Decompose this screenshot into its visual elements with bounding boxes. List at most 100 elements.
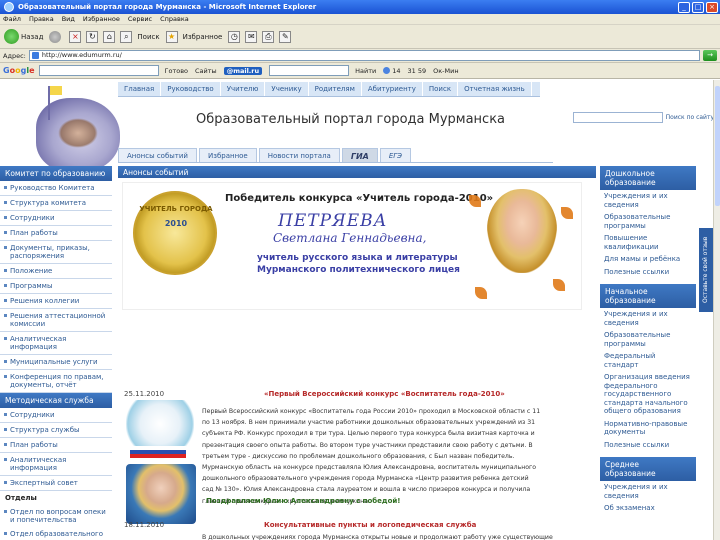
- menu-bar: Файл Правка Вид Избранное Сервис Справка: [0, 14, 720, 25]
- menu-view[interactable]: Вид: [62, 15, 75, 23]
- sidebar-item[interactable]: Повышение квалификации: [600, 232, 696, 253]
- sidebar-item[interactable]: Федеральный стандарт: [600, 350, 696, 371]
- main-content: Анонсы событий УЧИТЕЛЬ ГОРОДА 2010 Побед…: [118, 166, 596, 540]
- address-input[interactable]: http://www.edumurm.ru/: [28, 50, 700, 61]
- sidebar-item[interactable]: Решения коллегии: [0, 294, 112, 309]
- news-title[interactable]: Консультативные пункты и логопедическая …: [264, 521, 476, 529]
- close-button[interactable]: ×: [706, 1, 718, 13]
- medal-label: УЧИТЕЛЬ ГОРОДА: [139, 205, 213, 213]
- nav-applicant[interactable]: Абитуриенту: [362, 82, 423, 96]
- edit-icon[interactable]: ✎: [279, 30, 292, 43]
- refresh-icon[interactable]: ↻: [86, 30, 99, 43]
- back-button[interactable]: Назад: [4, 29, 43, 44]
- ie-logo-icon: [4, 2, 14, 12]
- site-search-button[interactable]: Поиск по сайту: [666, 114, 714, 121]
- sidebar-item[interactable]: Об экзаменах: [600, 502, 696, 515]
- sidebar-item[interactable]: Отдел образовательного процесса: [0, 527, 112, 540]
- maximize-button[interactable]: □: [692, 1, 704, 13]
- nav-reports[interactable]: Отчетная жизнь: [458, 82, 532, 96]
- sidebar-item[interactable]: Учреждения и их сведения: [600, 481, 696, 502]
- sidebar-item[interactable]: Сотрудники: [0, 408, 112, 423]
- sidebar-item[interactable]: Документы, приказы, распоряжения: [0, 241, 112, 264]
- winner-portrait: [487, 189, 557, 273]
- nav-parents[interactable]: Родителям: [309, 82, 362, 96]
- rates-item[interactable]: 31 59: [408, 67, 427, 75]
- sidebar-item[interactable]: Программы: [0, 279, 112, 294]
- contest-winner-banner[interactable]: УЧИТЕЛЬ ГОРОДА 2010 Победитель конкурса …: [122, 182, 582, 310]
- sidebar-item[interactable]: План работы: [0, 226, 112, 241]
- favorites-button[interactable]: ★ Избранное: [165, 30, 222, 43]
- sidebar-item[interactable]: Для мамы и ребёнка: [600, 253, 696, 266]
- tab-gia[interactable]: ГИА: [341, 148, 378, 162]
- google-sites-button[interactable]: Сайты: [195, 67, 217, 75]
- tab-announcements[interactable]: Анонсы событий: [118, 148, 197, 162]
- winner-role-line2: Мурманского политехнического лицея: [257, 265, 460, 275]
- winner-given-name: Светлана Геннадьевна,: [273, 231, 427, 245]
- sidebar-item[interactable]: Учреждения и их сведения: [600, 190, 696, 211]
- nav-home[interactable]: Главная: [118, 82, 162, 96]
- mailru-logo[interactable]: @mail.ru: [223, 66, 263, 75]
- sidebar-item[interactable]: Структура комитета: [0, 196, 112, 211]
- tab-favorites[interactable]: Избранное: [198, 148, 257, 162]
- google-find-button[interactable]: Готово: [165, 67, 189, 75]
- menu-edit[interactable]: Правка: [29, 15, 54, 23]
- sidebar-item[interactable]: Руководство Комитета: [0, 181, 112, 196]
- mail-icon[interactable]: ✉: [245, 30, 258, 43]
- winner-surname: ПЕТРЯЕВА: [278, 211, 388, 231]
- sidebar-item[interactable]: Образовательные программы: [600, 211, 696, 232]
- sidebar-item[interactable]: Положение: [0, 264, 112, 279]
- menu-help[interactable]: Справка: [160, 15, 189, 23]
- sidebar-item[interactable]: Структура службы: [0, 423, 112, 438]
- minimize-button[interactable]: _: [678, 1, 690, 13]
- menu-favorites[interactable]: Избранное: [83, 15, 120, 23]
- home-icon[interactable]: ⌂: [103, 30, 116, 43]
- mailru-search-input[interactable]: [269, 65, 350, 76]
- winner-headline: Победитель конкурса «Учитель города-2010…: [225, 193, 494, 204]
- search-button[interactable]: ⌕ Поиск: [120, 30, 160, 43]
- sidebar-item[interactable]: Полезные ссылки: [600, 266, 696, 279]
- feedback-tab[interactable]: Оставьте свой отзыв: [699, 228, 713, 312]
- ok-min-item[interactable]: Ок-Мин: [433, 67, 458, 75]
- sidebar-heading-committee: Комитет по образованию: [0, 166, 112, 181]
- forward-arrow-icon: [49, 30, 62, 43]
- stop-icon[interactable]: ×: [69, 30, 82, 43]
- sidebar-item[interactable]: План работы: [0, 438, 112, 453]
- nav-leadership[interactable]: Руководство: [161, 82, 221, 96]
- sidebar-item[interactable]: Муниципальные услуги: [0, 355, 112, 370]
- sidebar-item[interactable]: Решения аттестационной комиссии: [0, 309, 112, 332]
- print-icon[interactable]: ⎙: [262, 30, 275, 43]
- sidebar-item[interactable]: Аналитическая информация: [0, 453, 112, 476]
- news-title[interactable]: «Первый Всероссийский конкурс «Воспитате…: [264, 390, 505, 398]
- back-arrow-icon: [4, 29, 19, 44]
- autumn-leaf-icon: [561, 207, 573, 219]
- mailru-find-button[interactable]: Найти: [355, 67, 376, 75]
- site-search-input[interactable]: [572, 112, 663, 123]
- go-button[interactable]: →: [703, 50, 717, 61]
- sidebar-item[interactable]: Сотрудники: [0, 211, 112, 226]
- sidebar-heading-secondary: Среднее образование: [600, 457, 696, 481]
- page-scrollbar[interactable]: [713, 80, 720, 540]
- nav-teacher[interactable]: Учителю: [221, 82, 266, 96]
- nav-search[interactable]: Поиск: [423, 82, 459, 96]
- weather-item[interactable]: 14: [383, 66, 401, 75]
- sidebar-item[interactable]: Организация введения федерального госуда…: [600, 371, 696, 418]
- sidebar-item[interactable]: Нормативно-правовые документы: [600, 418, 696, 439]
- menu-tools[interactable]: Сервис: [128, 15, 152, 23]
- sidebar-item[interactable]: Аналитическая информация: [0, 332, 112, 355]
- tab-ege[interactable]: ЕГЭ: [379, 148, 412, 162]
- sidebar-item[interactable]: Полезные ссылки: [600, 439, 696, 452]
- sidebar-item[interactable]: Учреждения и их сведения: [600, 308, 696, 329]
- congratulations-text: Поздравляем Юлию Александровну с победой…: [206, 497, 401, 505]
- contest-emblem-image: [126, 400, 194, 460]
- tab-portal-news[interactable]: Новости портала: [258, 148, 340, 162]
- nav-student[interactable]: Ученику: [265, 82, 309, 96]
- history-icon[interactable]: ◷: [228, 30, 241, 43]
- google-search-input[interactable]: [38, 65, 159, 76]
- sidebar-item[interactable]: Конференция по правам, документы, отчёт: [0, 370, 112, 393]
- sidebar-item[interactable]: Образовательные программы: [600, 329, 696, 350]
- sidebar-item[interactable]: Экспертный совет: [0, 476, 112, 491]
- sidebar-item[interactable]: Отдел по вопросам опеки и попечительства: [0, 505, 112, 527]
- menu-file[interactable]: Файл: [3, 15, 21, 23]
- forward-button[interactable]: [49, 30, 63, 43]
- site-title: Образовательный портал города Мурманска: [196, 112, 506, 127]
